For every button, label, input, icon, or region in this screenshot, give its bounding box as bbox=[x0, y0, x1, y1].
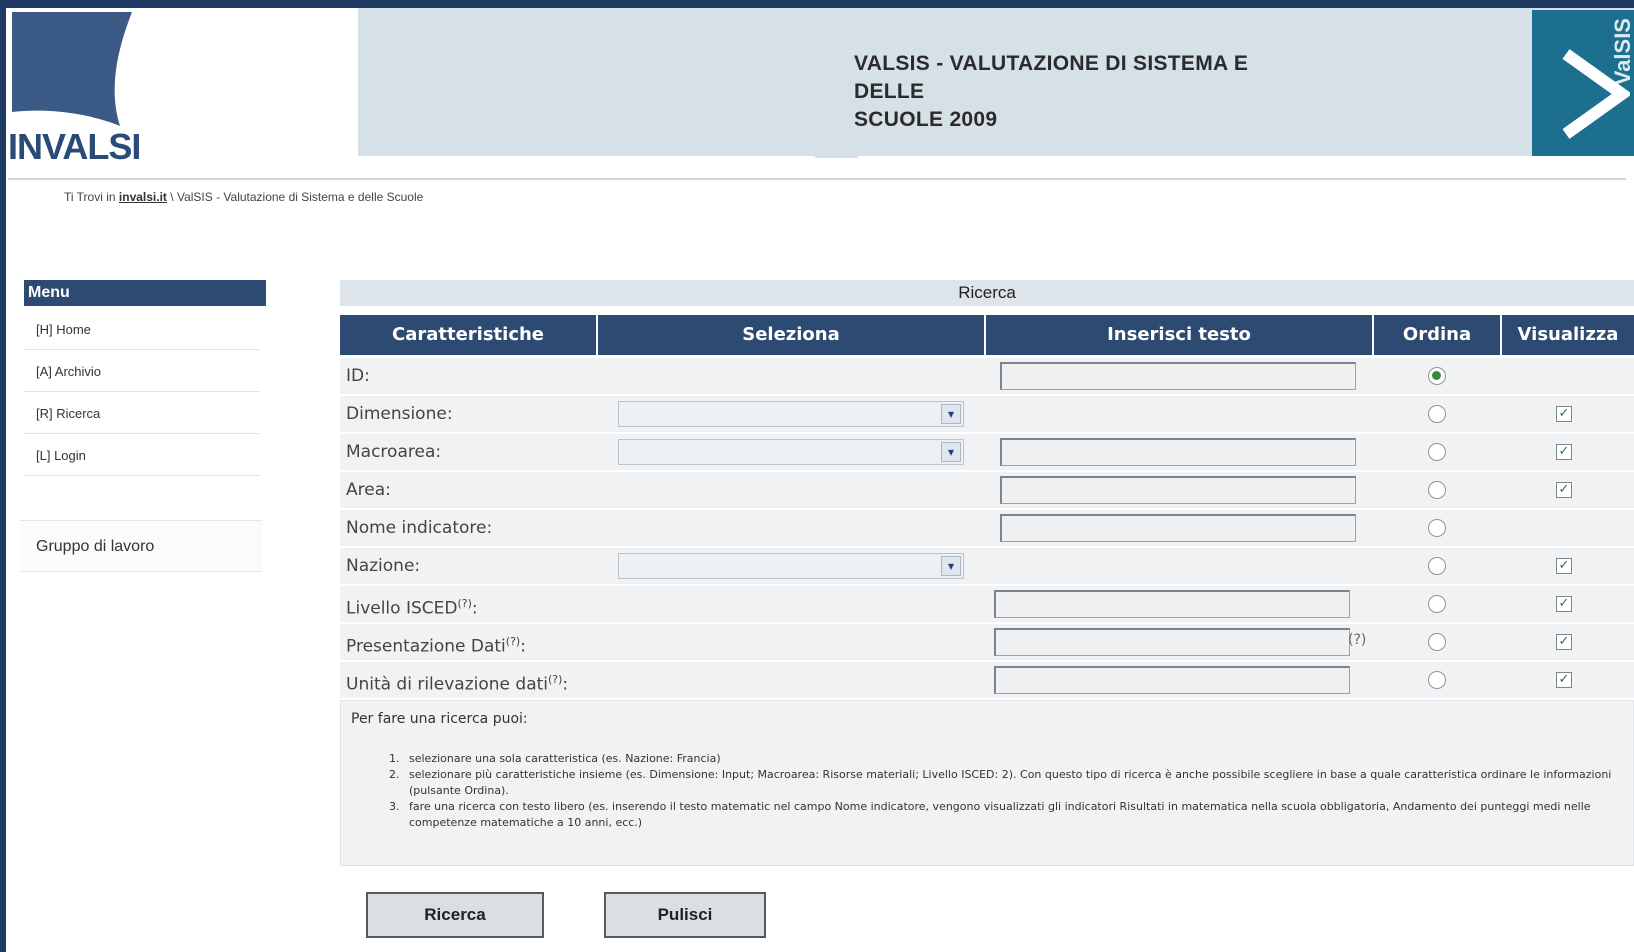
search-row-label: Unità di rilevazione dati(?): bbox=[346, 662, 568, 698]
order-radio[interactable] bbox=[1428, 443, 1446, 461]
invalsi-flag-icon bbox=[12, 12, 132, 126]
show-checkbox[interactable]: ✓ bbox=[1556, 634, 1572, 650]
search-help-list: selezionare una sola caratteristica (es.… bbox=[361, 751, 1634, 831]
search-help-box: Per fare una ricerca puoi: selezionare u… bbox=[340, 700, 1634, 866]
search-row-label: Area: bbox=[346, 472, 391, 508]
search-row-label-text: Dimensione: bbox=[346, 404, 453, 424]
column-header-caratteristiche: Caratteristiche bbox=[340, 315, 596, 355]
page-title-line2: SCUOLE 2009 bbox=[854, 108, 998, 131]
page-title-line1: VALSIS - VALUTAZIONE DI SISTEMA E DELLE bbox=[854, 52, 1249, 103]
search-row-label-text: Area: bbox=[346, 480, 391, 500]
search-row-label: Nome indicatore: bbox=[346, 510, 492, 546]
search-row-label: Macroarea: bbox=[346, 434, 441, 470]
text-input[interactable] bbox=[994, 590, 1350, 618]
page-title: VALSIS - VALUTAZIONE DI SISTEMA E DELLE … bbox=[854, 50, 1314, 134]
window-frame-left bbox=[0, 0, 6, 952]
order-radio[interactable] bbox=[1428, 633, 1446, 651]
clear-button[interactable]: Pulisci bbox=[604, 892, 766, 938]
select-dropdown[interactable]: ▾ bbox=[618, 401, 964, 427]
chevron-down-icon[interactable]: ▾ bbox=[941, 556, 961, 576]
select-dropdown[interactable]: ▾ bbox=[618, 553, 964, 579]
show-checkbox[interactable]: ✓ bbox=[1556, 482, 1572, 498]
text-input[interactable] bbox=[1000, 476, 1356, 504]
search-row-label: Presentazione Dati(?): bbox=[346, 624, 526, 660]
search-row-label-text: Livello ISCED bbox=[346, 598, 458, 619]
search-row-label: ID: bbox=[346, 358, 370, 394]
order-radio[interactable] bbox=[1428, 671, 1446, 689]
show-checkbox[interactable]: ✓ bbox=[1556, 444, 1572, 460]
help-marker[interactable]: (?) bbox=[457, 597, 471, 610]
search-row-label-text: Macroarea: bbox=[346, 442, 442, 462]
search-row-label-text: Nome indicatore: bbox=[346, 518, 493, 538]
side-accent bbox=[0, 185, 6, 235]
search-row-label-text: Presentazione Dati bbox=[346, 636, 506, 657]
text-input[interactable] bbox=[1000, 514, 1356, 542]
search-help-item: fare una ricerca con testo libero (es. i… bbox=[403, 799, 1634, 831]
search-help-intro: Per fare una ricerca puoi: bbox=[351, 711, 528, 727]
sidebar-item-home[interactable]: [H] Home bbox=[24, 310, 260, 350]
sidebar-item-archivio[interactable]: [A] Archivio bbox=[24, 352, 260, 392]
order-radio[interactable] bbox=[1428, 367, 1446, 385]
order-radio[interactable] bbox=[1428, 557, 1446, 575]
header-wave-decoration bbox=[358, 8, 858, 158]
sidebar-item-login[interactable]: [L] Login bbox=[24, 436, 260, 476]
text-input[interactable] bbox=[994, 666, 1350, 694]
chevron-down-icon[interactable]: ▾ bbox=[941, 404, 961, 424]
breadcrumb-prefix: Ti Trovi in bbox=[64, 190, 116, 204]
search-row-label-text: Nazione: bbox=[346, 556, 421, 576]
label-suffix: : bbox=[520, 636, 526, 657]
search-row-label-text: Unità di rilevazione dati bbox=[346, 674, 548, 695]
order-radio[interactable] bbox=[1428, 405, 1446, 423]
window-frame-top bbox=[0, 0, 1634, 8]
chevron-down-icon[interactable]: ▾ bbox=[941, 442, 961, 462]
search-row-label: Nazione: bbox=[346, 548, 420, 584]
help-marker[interactable]: (?) bbox=[506, 635, 520, 648]
column-header-inserisci-testo: Inserisci testo bbox=[986, 315, 1372, 355]
label-suffix: : bbox=[562, 674, 569, 695]
search-row-label-text: ID: bbox=[346, 366, 370, 386]
menu-heading: Menu bbox=[24, 280, 266, 306]
help-marker[interactable]: (?) bbox=[548, 673, 562, 686]
text-input[interactable] bbox=[1000, 438, 1356, 466]
breadcrumb-current: \ ValSIS - Valutazione di Sistema e dell… bbox=[170, 190, 424, 204]
breadcrumb-link-invalsi[interactable]: invalsi.it bbox=[119, 190, 167, 204]
order-radio[interactable] bbox=[1428, 519, 1446, 537]
order-radio[interactable] bbox=[1428, 481, 1446, 499]
breadcrumb: Ti Trovi in invalsi.it \ ValSIS - Valuta… bbox=[64, 190, 423, 204]
order-radio[interactable] bbox=[1428, 595, 1446, 613]
search-row-label: Dimensione: bbox=[346, 396, 453, 432]
search-help-item: selezionare una sola caratteristica (es.… bbox=[403, 751, 1634, 767]
search-panel-title: Ricerca bbox=[340, 280, 1634, 306]
show-checkbox[interactable]: ✓ bbox=[1556, 406, 1572, 422]
valsis-logo-text: ValSIS bbox=[1610, 18, 1634, 86]
column-header-seleziona: Seleziona bbox=[598, 315, 984, 355]
text-input[interactable] bbox=[994, 628, 1350, 656]
sidebar-item-ricerca[interactable]: [R] Ricerca bbox=[24, 394, 260, 434]
header-divider bbox=[8, 178, 1626, 180]
select-dropdown[interactable]: ▾ bbox=[618, 439, 964, 465]
valsis-logo: ValSIS bbox=[1532, 10, 1634, 156]
sidebar-item-gruppo-di-lavoro[interactable]: Gruppo di lavoro bbox=[20, 520, 262, 572]
search-help-item: selezionare più caratteristiche insieme … bbox=[403, 767, 1634, 799]
search-button[interactable]: Ricerca bbox=[366, 892, 544, 938]
label-suffix: : bbox=[471, 598, 478, 619]
column-header-ordina: Ordina bbox=[1374, 315, 1500, 355]
invalsi-logo[interactable]: INVALSI bbox=[8, 126, 141, 168]
text-input[interactable] bbox=[1000, 362, 1356, 390]
search-row-label: Livello ISCED(?): bbox=[346, 586, 478, 622]
column-header-visualizza: Visualizza bbox=[1502, 315, 1634, 355]
presentazione-dati-help-icon[interactable]: (?) bbox=[1348, 632, 1366, 648]
site-header: INVALSI VALSIS - VALUTAZIONE DI SISTEMA … bbox=[8, 8, 1634, 167]
show-checkbox[interactable]: ✓ bbox=[1556, 558, 1572, 574]
show-checkbox[interactable]: ✓ bbox=[1556, 672, 1572, 688]
show-checkbox[interactable]: ✓ bbox=[1556, 596, 1572, 612]
